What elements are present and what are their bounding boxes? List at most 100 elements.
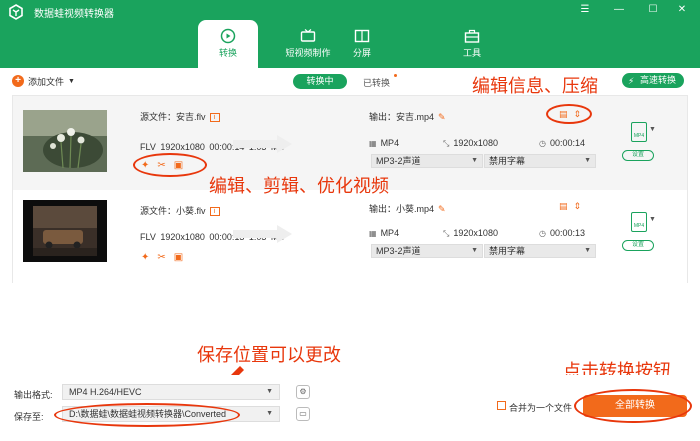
fast-convert-label: 高速转换 [640, 75, 677, 85]
output-format-select[interactable]: MP4 H.264/HEVC ▼ [62, 384, 280, 400]
film-icon: ▦ [369, 139, 377, 148]
output-duration: ◷ 00:00:13 [539, 228, 585, 238]
chevron-down-icon: ▼ [471, 157, 478, 164]
edit-tools: ✦ ✂ ▣ [141, 252, 183, 263]
settings-button[interactable]: 设置 [622, 150, 654, 161]
fast-convert-button[interactable]: ⚡ 高速转换 [622, 73, 684, 88]
output-resolution: ⤡ 1920x1080 [443, 228, 498, 239]
annotation-edit-compress: 编辑信息、压缩 [472, 76, 598, 97]
chevron-down-icon: ▼ [584, 157, 591, 164]
chevron-down-icon[interactable]: ▼ [649, 216, 656, 223]
video-thumbnail[interactable] [23, 200, 107, 262]
magic-wand-icon[interactable]: ✦ [141, 252, 149, 263]
app-logo-icon [9, 4, 23, 20]
add-file-label: 添加文件 [28, 76, 65, 87]
chevron-down-icon: ▼ [584, 247, 591, 254]
output-format-file-icon[interactable]: MP4 [631, 212, 647, 232]
arrow-right-icon [233, 225, 292, 243]
subtitle-select-value: 禁用字幕 [489, 246, 526, 256]
annotation-edit-trim: 编辑、剪辑、优化视频 [209, 176, 389, 197]
output-format: ▦ MP4 [369, 138, 399, 148]
audio-select-value: MP3-2声道 [376, 246, 421, 256]
output-duration-value: 00:00:14 [549, 138, 586, 148]
pencil-icon[interactable]: ✎ [438, 112, 446, 122]
source-filename: 源文件：小葵.flv i [140, 204, 220, 217]
source-filename-label: 源文件：小葵.flv [140, 206, 206, 216]
subtitle-select-value: 禁用字幕 [489, 156, 526, 166]
chevron-down-icon[interactable]: ▼ [649, 126, 656, 133]
info-icon[interactable]: i [209, 207, 220, 217]
film-icon: ▦ [369, 229, 377, 238]
output-format-value: MP4 [380, 138, 400, 148]
output-resolution-value: 1920x1080 [453, 228, 498, 238]
output-duration-value: 00:00:13 [549, 228, 586, 238]
chevron-down-icon: ▼ [68, 77, 75, 85]
source-filename-label: 源文件：安吉.flv [140, 112, 206, 122]
scissors-icon[interactable]: ✂ [157, 252, 165, 263]
compress-icon[interactable]: ⇕ [574, 201, 582, 212]
output-format: ▦ MP4 [369, 228, 399, 238]
output-duration: ◷ 00:00:14 [539, 138, 585, 148]
clock-icon: ◷ [539, 139, 546, 148]
output-filename: 输出：小葵.mp4 ✎ [369, 202, 446, 215]
app-title: 数据蛙视频转换器 [34, 9, 114, 20]
maximize-icon[interactable]: ☐ [646, 3, 660, 17]
merge-label: 合并为一个文件 [509, 403, 573, 413]
merge-checkbox[interactable] [497, 401, 506, 410]
output-format-label: 输出格式: [14, 390, 53, 400]
output-resolution-value: 1920x1080 [453, 138, 498, 148]
tab-split-screen-label: 分屏 [352, 48, 371, 58]
settings-button[interactable]: 设置 [622, 240, 654, 251]
video-thumbnail[interactable] [23, 110, 107, 172]
output-resolution: ⤡ 1920x1080 [443, 138, 498, 149]
info-icon[interactable]: i [209, 113, 220, 123]
tab-split-screen[interactable]: 分屏 [332, 20, 392, 68]
annotation-ring-output-tools [546, 104, 592, 124]
title-bar: 数据蛙视频转换器 ☰ — ☐ ✕ 转换 短视频制作 分屏 工具 [0, 0, 700, 68]
arrow-right-icon [233, 135, 292, 153]
tab-converting[interactable]: 转换中 [293, 74, 347, 89]
enhance-icon[interactable]: ▣ [174, 252, 183, 263]
tv-icon [300, 29, 316, 42]
tab-tools-label: 工具 [462, 48, 481, 58]
audio-select[interactable]: MP3-2声道 ▼ [371, 244, 483, 258]
minimize-icon[interactable]: — [612, 3, 626, 17]
resize-icon: ⤡ [443, 229, 450, 238]
split-screen-icon [354, 29, 370, 43]
output-tools: ▤ ⇕ [559, 201, 581, 212]
chevron-down-icon: ▼ [471, 247, 478, 254]
media-info-icon[interactable]: ▤ [559, 201, 568, 212]
source-filename: 源文件：安吉.flv i [140, 110, 220, 123]
save-to-label: 保存至: [14, 412, 44, 422]
tab-tools[interactable]: 工具 [442, 20, 502, 68]
chevron-down-icon: ▼ [266, 410, 273, 417]
add-file-button[interactable]: + 添加文件 ▼ [12, 74, 75, 88]
output-format-select-value: MP4 H.264/HEVC [69, 387, 142, 397]
pencil-icon[interactable]: ✎ [438, 204, 446, 214]
notification-dot [394, 74, 397, 77]
tab-convert[interactable]: 转换 [198, 20, 258, 68]
output-format-file-icon[interactable]: MP4 [631, 122, 647, 142]
subtitle-select[interactable]: 禁用字幕 ▼ [484, 154, 596, 168]
toolbox-icon [464, 29, 480, 43]
clock-icon: ◷ [539, 229, 546, 238]
tab-converted[interactable]: 已转换 [363, 76, 390, 89]
subtitle-select[interactable]: 禁用字幕 ▼ [484, 244, 596, 258]
tab-short-video-label: 短视频制作 [285, 48, 331, 58]
close-icon[interactable]: ✕ [675, 3, 689, 17]
lightning-icon: ⚡ [628, 76, 635, 86]
audio-select[interactable]: MP3-2声道 ▼ [371, 154, 483, 168]
audio-select-value: MP3-2声道 [376, 156, 421, 166]
resize-icon: ⤡ [443, 139, 450, 148]
list-item: 源文件：小葵.flv i FLV 1920x1080 00:00:13 1.03 … [13, 190, 687, 284]
output-filename: 输出：安吉.mp4 ✎ [369, 110, 446, 123]
annotation-ring-edit-tools [133, 153, 207, 177]
format-settings-icon[interactable]: ⚙ [296, 385, 310, 399]
output-filename-label: 输出：安吉.mp4 [369, 112, 435, 122]
tab-short-video[interactable]: 短视频制作 [278, 20, 338, 68]
folder-icon[interactable]: ▭ [296, 407, 310, 421]
menu-icon[interactable]: ☰ [578, 3, 592, 17]
annotation-ring-convert-all [574, 389, 692, 423]
plus-icon: + [12, 75, 24, 87]
output-format-value: MP4 [380, 228, 400, 238]
